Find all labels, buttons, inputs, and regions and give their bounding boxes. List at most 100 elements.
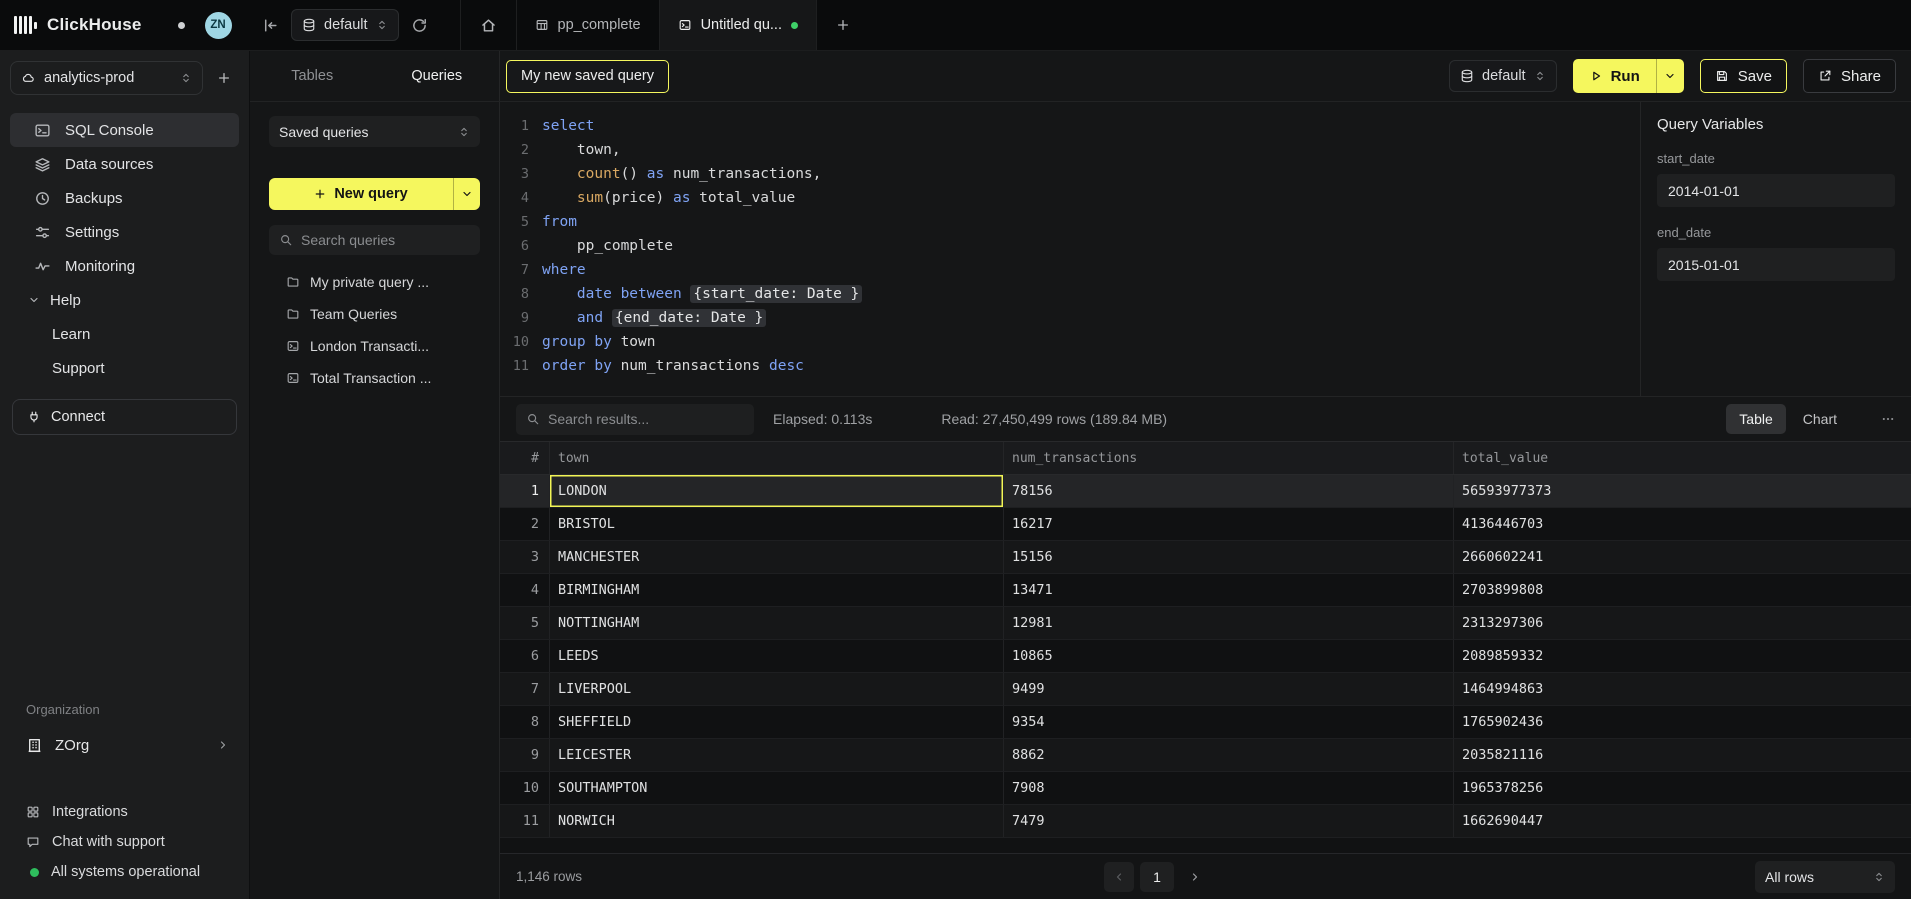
code-line[interactable]: pp_complete xyxy=(542,234,1640,258)
table-cell[interactable]: NOTTINGHAM xyxy=(550,607,1004,639)
page-number-input[interactable] xyxy=(1140,862,1174,892)
table-cell[interactable]: 1464994863 xyxy=(1454,673,1911,705)
code-line[interactable]: sum(price) as total_value xyxy=(542,186,1640,210)
run-database-selector[interactable]: default xyxy=(1449,60,1557,92)
table-cell[interactable]: LIVERPOOL xyxy=(550,673,1004,705)
run-button[interactable]: Run xyxy=(1573,59,1656,93)
table-cell[interactable]: SOUTHAMPTON xyxy=(550,772,1004,804)
sidebar-item-sql-console[interactable]: SQL Console xyxy=(10,113,239,147)
column-header-total-value[interactable]: total_value xyxy=(1454,442,1911,474)
table-cell[interactable]: 16217 xyxy=(1004,508,1454,540)
table-cell[interactable]: 10865 xyxy=(1004,640,1454,672)
new-tab-button[interactable] xyxy=(817,0,869,50)
sidebar-item-settings[interactable]: Settings xyxy=(10,215,239,249)
system-status[interactable]: All systems operational xyxy=(0,857,249,887)
sidebar-item-help[interactable]: Help xyxy=(10,283,239,317)
column-header-index[interactable]: # xyxy=(500,442,550,474)
table-view-button[interactable]: Table xyxy=(1726,404,1785,434)
tab-home[interactable] xyxy=(461,0,517,50)
tab-pp-complete[interactable]: pp_complete xyxy=(517,0,660,50)
more-options-icon[interactable] xyxy=(1881,412,1895,426)
avatar[interactable]: ZN xyxy=(205,12,232,39)
table-cell[interactable]: 7908 xyxy=(1004,772,1454,804)
table-cell[interactable]: 1965378256 xyxy=(1454,772,1911,804)
code-line[interactable]: select xyxy=(542,114,1640,138)
table-cell[interactable]: SHEFFIELD xyxy=(550,706,1004,738)
tab-queries[interactable]: Queries xyxy=(375,51,500,101)
end-date-input[interactable] xyxy=(1657,248,1895,281)
sidebar-item-backups[interactable]: Backups xyxy=(10,181,239,215)
table-cell[interactable]: 9499 xyxy=(1004,673,1454,705)
code-line[interactable]: from xyxy=(542,210,1640,234)
organization-selector[interactable]: ZOrg xyxy=(10,727,239,763)
collapse-sidebar-icon[interactable] xyxy=(250,0,291,50)
run-options-button[interactable] xyxy=(1656,59,1684,93)
start-date-input[interactable] xyxy=(1657,174,1895,207)
sidebar-item-data-sources[interactable]: Data sources xyxy=(10,147,239,181)
editor-code[interactable]: select town, count() as num_transactions… xyxy=(542,114,1640,396)
query-list-item[interactable]: My private query ... xyxy=(250,266,499,298)
new-query-options-button[interactable] xyxy=(453,178,480,210)
table-cell[interactable]: 12981 xyxy=(1004,607,1454,639)
table-cell[interactable]: 1765902436 xyxy=(1454,706,1911,738)
chart-view-button[interactable]: Chart xyxy=(1790,404,1850,434)
share-button[interactable]: Share xyxy=(1803,59,1896,93)
prev-page-button[interactable] xyxy=(1104,862,1134,892)
refresh-icon[interactable] xyxy=(399,0,440,50)
table-cell[interactable]: 8862 xyxy=(1004,739,1454,771)
page-size-selector[interactable]: All rows xyxy=(1755,861,1895,893)
tab-tables[interactable]: Tables xyxy=(250,51,375,101)
column-header-num-transactions[interactable]: num_transactions xyxy=(1004,442,1454,474)
query-list-item[interactable]: Total Transaction ... xyxy=(250,362,499,394)
service-selector[interactable]: analytics-prod xyxy=(10,61,203,95)
table-cell[interactable]: 15156 xyxy=(1004,541,1454,573)
table-cell[interactable]: 4136446703 xyxy=(1454,508,1911,540)
add-service-button[interactable] xyxy=(209,63,239,93)
sidebar-item-chat-support[interactable]: Chat with support xyxy=(0,827,249,857)
table-cell[interactable]: BIRMINGHAM xyxy=(550,574,1004,606)
code-line[interactable]: order by num_transactions desc xyxy=(542,354,1640,378)
database-selector[interactable]: default xyxy=(291,9,399,41)
search-icon xyxy=(526,412,540,426)
sidebar-item-learn[interactable]: Learn xyxy=(10,317,239,351)
code-line[interactable]: town, xyxy=(542,138,1640,162)
connect-button[interactable]: Connect xyxy=(12,399,237,435)
table-cell[interactable]: BRISTOL xyxy=(550,508,1004,540)
table-cell[interactable]: NORWICH xyxy=(550,805,1004,837)
sidebar-item-monitoring[interactable]: Monitoring xyxy=(10,249,239,283)
saved-queries-dropdown[interactable]: Saved queries xyxy=(269,116,480,147)
sidebar-item-integrations[interactable]: Integrations xyxy=(0,797,249,827)
save-button[interactable]: Save xyxy=(1700,59,1787,93)
table-cell[interactable]: 7479 xyxy=(1004,805,1454,837)
results-search-input[interactable] xyxy=(548,411,744,427)
code-line[interactable]: where xyxy=(542,258,1640,282)
column-header-town[interactable]: town xyxy=(550,442,1004,474)
query-list-item[interactable]: London Transacti... xyxy=(250,330,499,362)
sql-editor[interactable]: 1234567891011 select town, count() as nu… xyxy=(500,102,1640,396)
table-cell[interactable]: LEICESTER xyxy=(550,739,1004,771)
next-page-button[interactable] xyxy=(1180,862,1210,892)
table-cell[interactable]: LONDON xyxy=(550,475,1004,507)
table-cell[interactable]: 78156 xyxy=(1004,475,1454,507)
sidebar-item-support[interactable]: Support xyxy=(10,351,239,385)
table-cell[interactable]: 56593977373 xyxy=(1454,475,1911,507)
table-cell[interactable]: 2703899808 xyxy=(1454,574,1911,606)
table-cell[interactable]: 1662690447 xyxy=(1454,805,1911,837)
code-line[interactable]: group by town xyxy=(542,330,1640,354)
queries-search-input[interactable] xyxy=(301,232,470,248)
table-cell[interactable]: 2313297306 xyxy=(1454,607,1911,639)
code-line[interactable]: and {end_date: Date } xyxy=(542,306,1640,330)
table-cell[interactable]: 13471 xyxy=(1004,574,1454,606)
table-cell[interactable]: MANCHESTER xyxy=(550,541,1004,573)
saved-query-name-chip[interactable]: My new saved query xyxy=(506,60,669,93)
code-line[interactable]: count() as num_transactions, xyxy=(542,162,1640,186)
table-cell[interactable]: LEEDS xyxy=(550,640,1004,672)
table-cell[interactable]: 9354 xyxy=(1004,706,1454,738)
query-list-item[interactable]: Team Queries xyxy=(250,298,499,330)
table-cell[interactable]: 2089859332 xyxy=(1454,640,1911,672)
code-line[interactable]: date between {start_date: Date } xyxy=(542,282,1640,306)
tab-untitled-query[interactable]: Untitled qu... xyxy=(660,0,817,50)
table-cell[interactable]: 2660602241 xyxy=(1454,541,1911,573)
table-cell[interactable]: 2035821116 xyxy=(1454,739,1911,771)
new-query-button[interactable]: New query xyxy=(269,178,453,210)
